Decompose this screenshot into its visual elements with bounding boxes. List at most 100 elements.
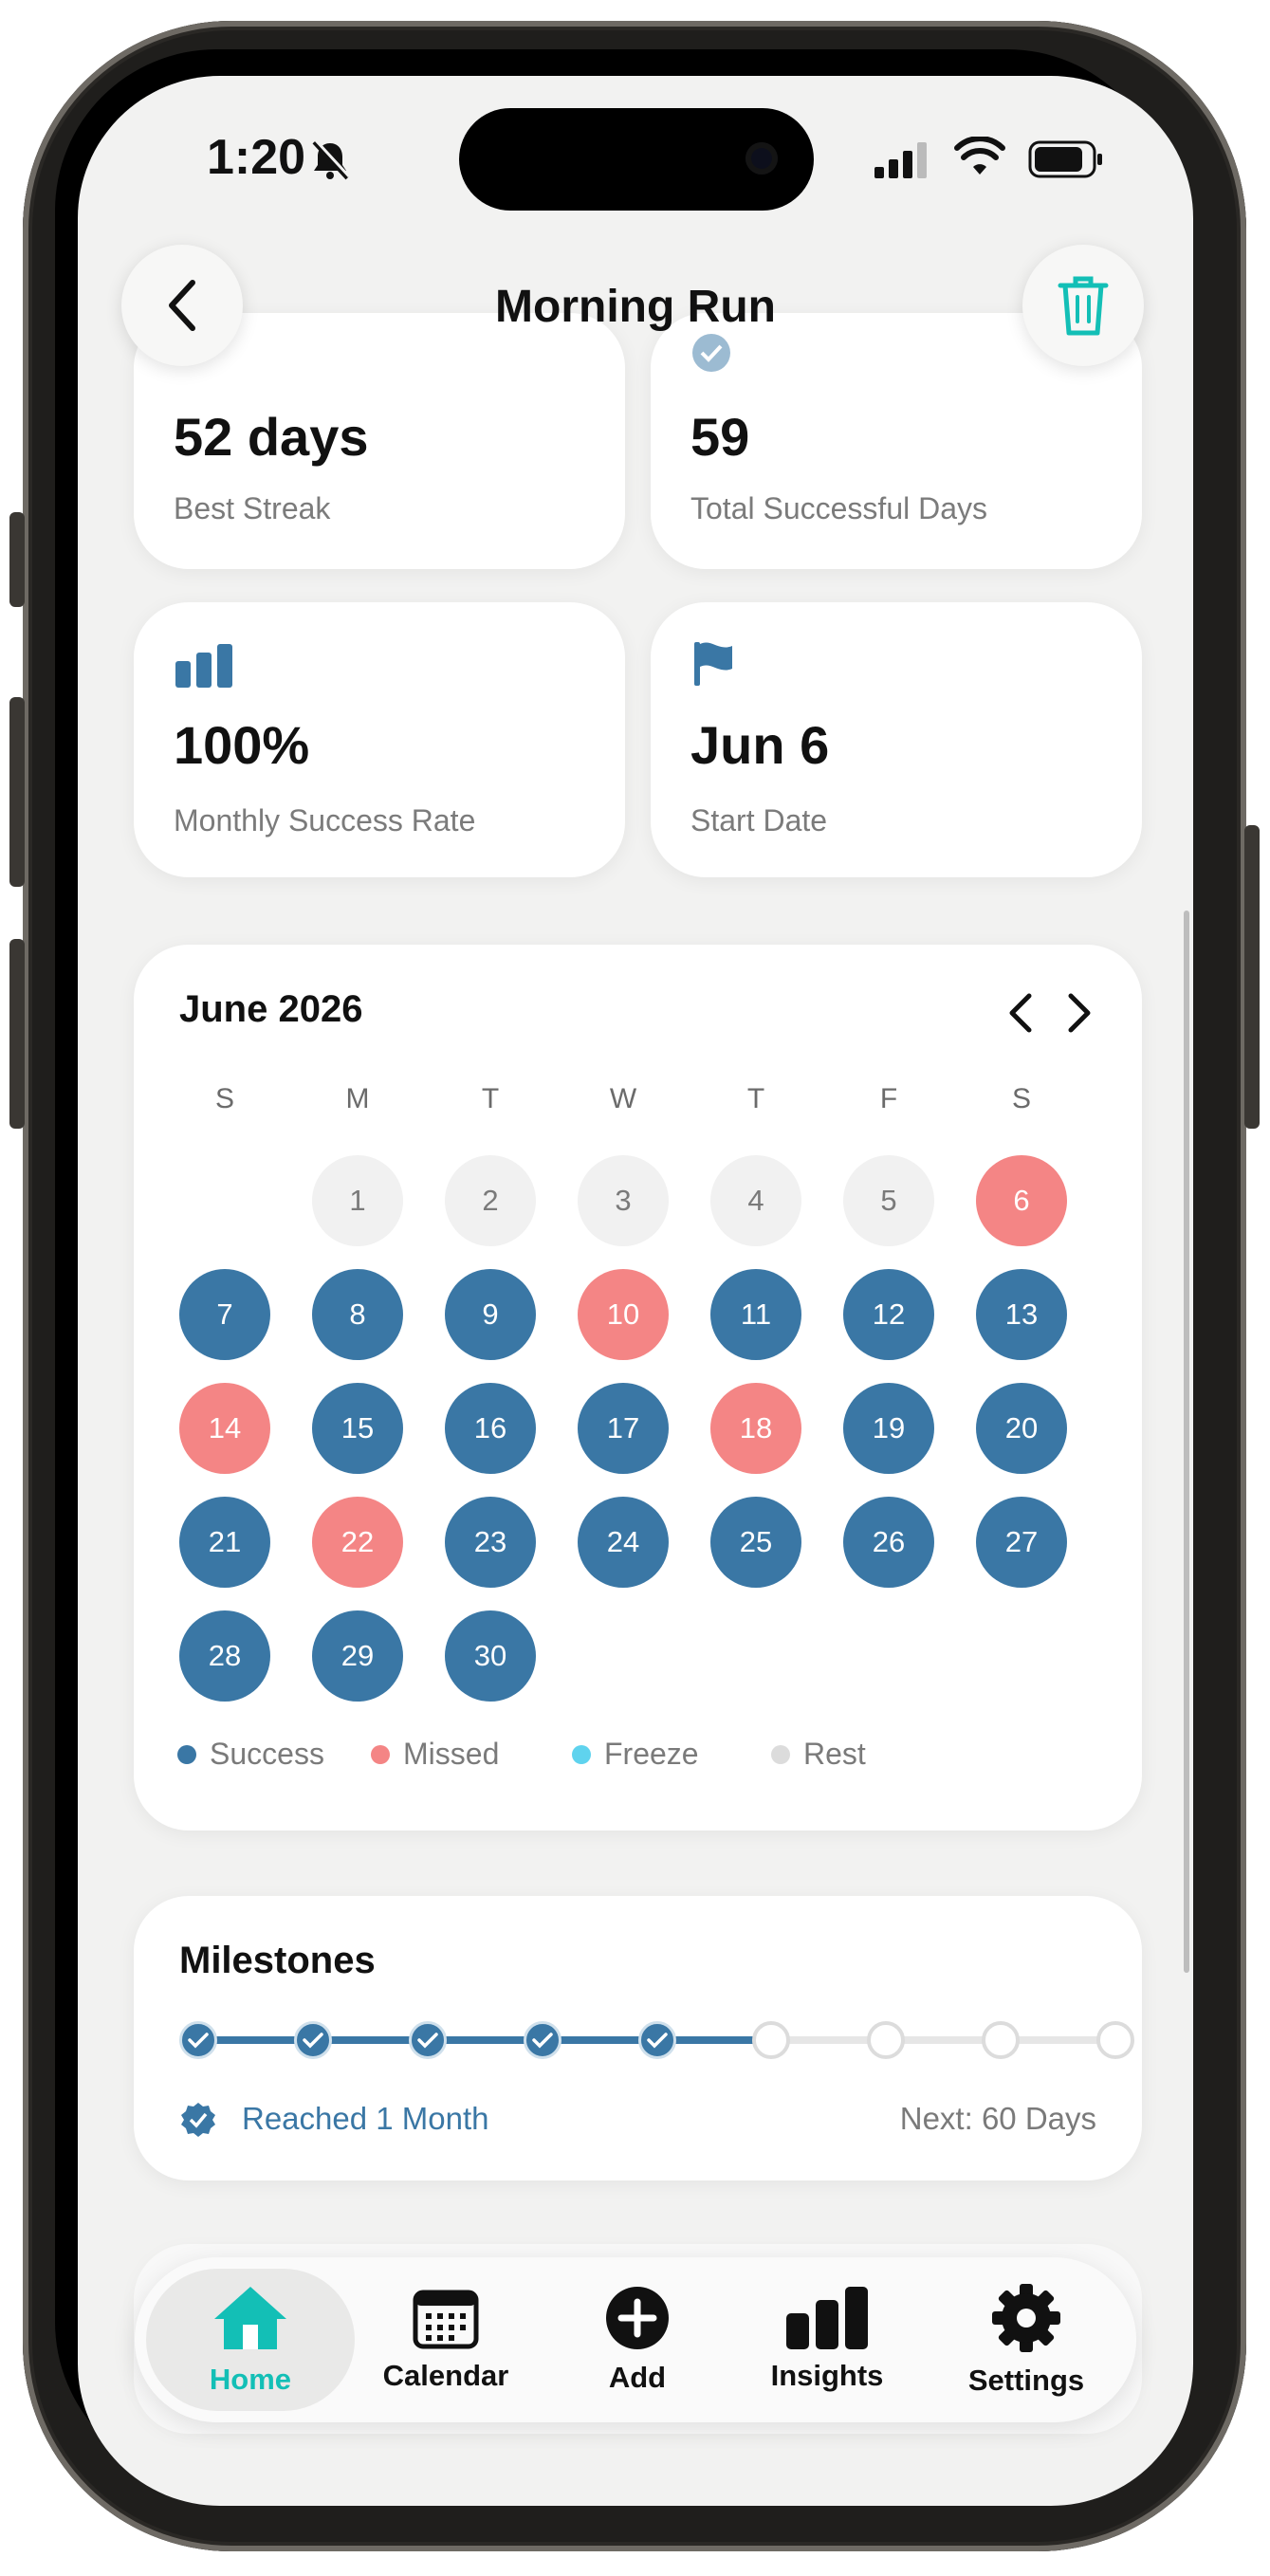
tab-settings-label: Settings xyxy=(967,2364,1085,2397)
calendar-day[interactable]: 28 xyxy=(179,1610,270,1702)
next-month-button[interactable] xyxy=(1063,992,1095,1034)
tab-insights[interactable]: Insights xyxy=(742,2257,912,2422)
tab-home[interactable]: Home xyxy=(146,2257,355,2422)
calendar-day[interactable]: 23 xyxy=(445,1497,536,1588)
calendar-day[interactable]: 25 xyxy=(710,1497,801,1588)
check-badge-icon xyxy=(692,334,730,372)
calendar-day[interactable]: 16 xyxy=(445,1383,536,1474)
calendar-day[interactable]: 19 xyxy=(843,1383,934,1474)
check-icon xyxy=(646,2033,668,2049)
calendar-day[interactable]: 8 xyxy=(312,1269,403,1360)
calendar-day[interactable]: 2 xyxy=(445,1155,536,1246)
best-streak-label: Best Streak xyxy=(174,491,331,525)
milestone-completed xyxy=(637,2021,676,2059)
trash-icon xyxy=(1058,276,1109,336)
calendar-card: June 2026 SMTWTFS 1 2 3 4 5 6 7 8 9 10 11 12 13 14 15 1… xyxy=(134,945,1142,1831)
total-days-label: Total Successful Days xyxy=(690,491,988,525)
battery-icon xyxy=(1028,140,1102,178)
calendar-icon xyxy=(413,2290,479,2349)
milestone-completed xyxy=(179,2021,217,2059)
volume-down-button xyxy=(9,939,25,1129)
calendar-day[interactable]: 12 xyxy=(843,1269,934,1360)
weekday-header: S xyxy=(214,1083,234,1114)
calendar-day[interactable]: 17 xyxy=(578,1383,669,1474)
calendar-day[interactable]: 5 xyxy=(843,1155,934,1246)
legend-dot xyxy=(177,1744,196,1764)
weekday-header: T xyxy=(481,1083,500,1114)
calendar-day[interactable]: 14 xyxy=(179,1383,270,1474)
calendar-day[interactable]: 29 xyxy=(312,1610,403,1702)
best-streak-value: 52 days xyxy=(174,407,369,467)
verified-badge-icon xyxy=(181,2103,215,2137)
calendar-day[interactable]: 30 xyxy=(445,1610,536,1702)
legend-label: Rest xyxy=(803,1737,866,1771)
milestone-reached-label: Reached 1 Month xyxy=(242,2101,489,2136)
legend-item-missed: Missed xyxy=(371,1737,499,1772)
calendar-day[interactable]: 24 xyxy=(578,1497,669,1588)
calendar-day[interactable]: 10 xyxy=(578,1269,669,1360)
legend-item-success: Success xyxy=(177,1737,324,1772)
home-icon xyxy=(214,2287,286,2349)
milestone-completed xyxy=(408,2021,447,2059)
legend-item-rest: Rest xyxy=(771,1737,866,1772)
calendar-day[interactable]: 11 xyxy=(710,1269,801,1360)
weekday-header: F xyxy=(879,1083,898,1114)
milestone-completed xyxy=(523,2021,561,2059)
milestones-title: Milestones xyxy=(179,1940,376,1981)
page-title: Morning Run xyxy=(495,282,776,332)
previous-month-button[interactable] xyxy=(1004,992,1037,1034)
calendar-day[interactable]: 9 xyxy=(445,1269,536,1360)
calendar-day[interactable]: 3 xyxy=(578,1155,669,1246)
silent-bell-icon xyxy=(312,138,351,180)
calendar-day[interactable]: 4 xyxy=(710,1155,801,1246)
success-rate-value: 100% xyxy=(174,715,310,775)
tab-calendar-label: Calendar xyxy=(382,2359,509,2392)
start-date-value: Jun 6 xyxy=(690,715,830,775)
check-icon xyxy=(188,2033,209,2049)
total-days-value: 59 xyxy=(690,407,750,467)
calendar-day[interactable]: 22 xyxy=(312,1497,403,1588)
tab-settings[interactable]: Settings xyxy=(931,2257,1121,2422)
calendar-day[interactable]: 1 xyxy=(312,1155,403,1246)
calendar-day[interactable]: 6 xyxy=(976,1155,1067,1246)
tab-insights-label: Insights xyxy=(770,2359,884,2392)
back-button[interactable] xyxy=(121,245,243,366)
start-date-card: Jun 6 Start Date xyxy=(651,602,1142,877)
chevron-left-icon xyxy=(169,280,195,331)
add-icon xyxy=(606,2287,669,2349)
camera-icon xyxy=(745,142,778,175)
scrollbar[interactable] xyxy=(1184,911,1189,1973)
volume-up-button xyxy=(9,697,25,887)
power-button xyxy=(1244,825,1260,1129)
tab-add-label: Add xyxy=(608,2361,667,2394)
milestone-progress xyxy=(198,2036,772,2044)
calendar-day[interactable]: 15 xyxy=(312,1383,403,1474)
milestone-pending xyxy=(752,2021,791,2059)
success-rate-label: Monthly Success Rate xyxy=(174,803,476,837)
calendar-day[interactable]: 13 xyxy=(976,1269,1067,1360)
weekday-header: T xyxy=(746,1083,765,1114)
side-button xyxy=(9,512,25,607)
calendar-day[interactable]: 18 xyxy=(710,1383,801,1474)
calendar-day[interactable]: 7 xyxy=(179,1269,270,1360)
calendar-day[interactable]: 20 xyxy=(976,1383,1067,1474)
calendar-day[interactable]: 26 xyxy=(843,1497,934,1588)
weekday-header: W xyxy=(609,1083,637,1114)
tab-add[interactable]: Add xyxy=(552,2257,723,2422)
legend-dot xyxy=(771,1744,790,1764)
delete-button[interactable] xyxy=(1022,245,1144,366)
legend-label: Success xyxy=(210,1737,324,1771)
milestone-pending xyxy=(867,2021,906,2059)
milestone-pending xyxy=(982,2021,1021,2059)
legend-dot xyxy=(572,1744,591,1764)
weekday-header: S xyxy=(1011,1083,1031,1114)
milestone-next-label: Next: 60 Days xyxy=(899,2101,1096,2136)
success-rate-card: 100% Monthly Success Rate xyxy=(134,602,625,877)
bar-chart-icon xyxy=(175,644,232,688)
milestone-pending xyxy=(1096,2021,1134,2059)
calendar-day[interactable]: 21 xyxy=(179,1497,270,1588)
gear-icon xyxy=(992,2284,1060,2352)
calendar-day[interactable]: 27 xyxy=(976,1497,1067,1588)
calendar-month-title: June 2026 xyxy=(179,988,363,1030)
tab-calendar[interactable]: Calendar xyxy=(360,2257,531,2422)
